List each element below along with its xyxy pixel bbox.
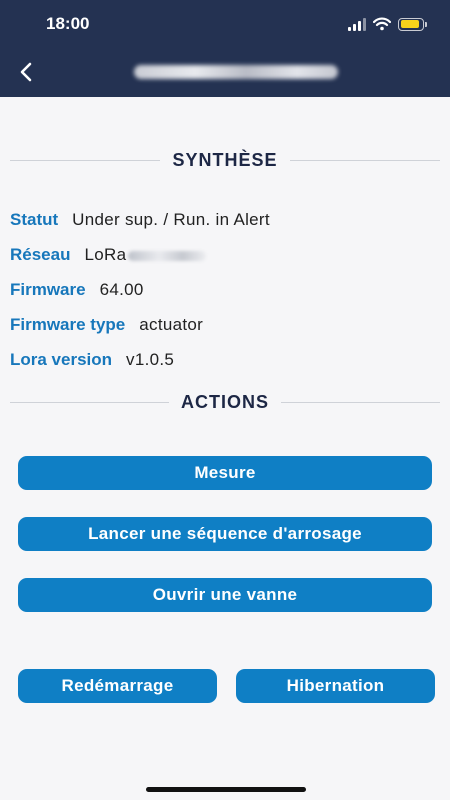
redacted-text [128,250,207,261]
battery-icon [398,17,427,31]
info-row-lora-version: Lora version v1.0.5 [10,350,174,370]
status-time: 18:00 [46,14,90,33]
info-row-firmware-type: Firmware type actuator [10,315,203,335]
info-label: Statut [10,210,59,229]
info-label: Firmware type [10,315,126,334]
info-row-firmware: Firmware 64.00 [10,280,144,300]
back-button[interactable] [12,58,40,86]
info-value: Under sup. / Run. in Alert [72,210,270,229]
actions-section-header: ACTIONS [10,392,440,413]
divider [10,402,169,403]
battery-fill [400,20,420,28]
home-indicator [146,787,306,792]
signal-icon [348,17,366,31]
divider [289,160,440,161]
synthese-section-header: SYNTHÈSE [10,150,440,171]
info-value: actuator [139,315,204,334]
app-header: 18:00 [0,0,450,97]
synthese-title: SYNTHÈSE [172,150,278,170]
info-row-statut: Statut Under sup. / Run. in Alert [10,210,270,230]
info-value: 64.00 [99,280,144,299]
divider [281,402,440,403]
info-label: Réseau [10,245,71,264]
start-watering-sequence-button[interactable]: Lancer une séquence d'arrosage [18,517,432,551]
open-valve-button[interactable]: Ouvrir une vanne [18,578,432,612]
info-label: Firmware [10,280,86,299]
wifi-icon [373,17,391,31]
page-title-redacted [134,65,338,79]
hibernation-button[interactable]: Hibernation [236,669,435,703]
mesure-button[interactable]: Mesure [18,456,432,490]
divider [10,160,161,161]
info-value: LoRa [84,245,127,264]
restart-button[interactable]: Redémarrage [18,669,217,703]
chevron-left-icon [20,62,32,82]
actions-title: ACTIONS [181,392,269,412]
info-value: v1.0.5 [126,350,175,369]
info-row-reseau: Réseau LoRa [10,245,207,265]
status-icons [348,14,427,34]
info-label: Lora version [10,350,113,369]
